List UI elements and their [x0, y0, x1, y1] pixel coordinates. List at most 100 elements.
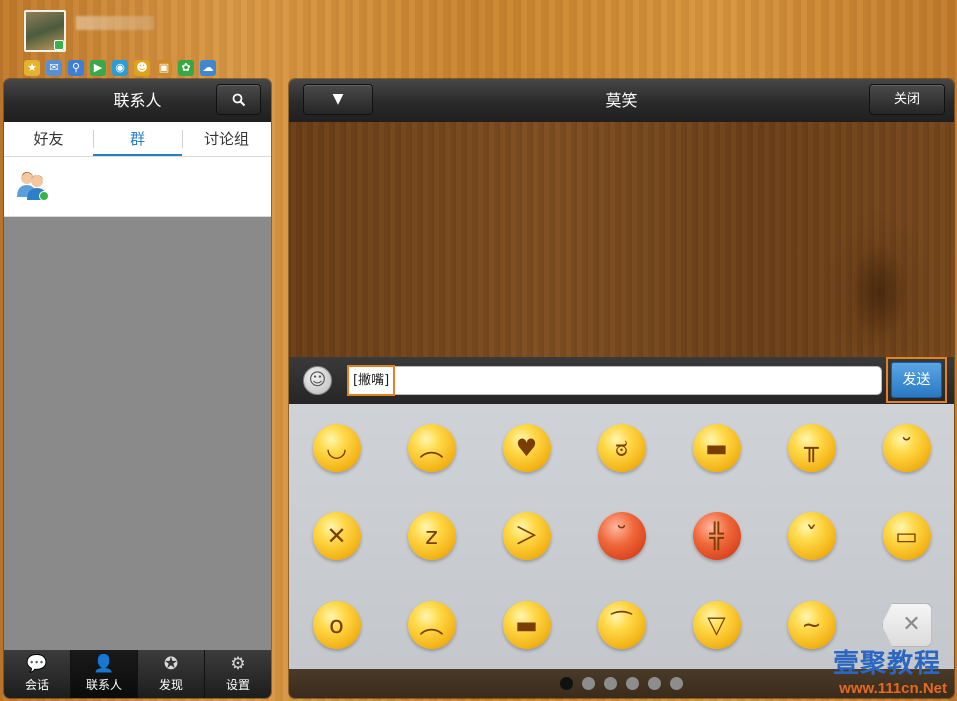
- emoji-cell: z: [384, 492, 479, 580]
- send-button-highlight: 发送: [886, 357, 947, 403]
- browser-icon[interactable]: ◉: [112, 60, 128, 76]
- emoji-cell: ▬: [669, 404, 764, 492]
- username: [76, 16, 154, 30]
- sunglasses-emoji[interactable]: ▬: [502, 600, 551, 649]
- emoji-cell: ♥: [479, 404, 574, 492]
- discover-star-icon: ✪: [163, 654, 179, 674]
- nav-label: 联系人: [85, 678, 122, 692]
- contact-person-icon: 👤: [93, 654, 115, 674]
- sleep-emoji[interactable]: z: [407, 512, 456, 561]
- emoji-cell: ▬: [479, 581, 574, 669]
- chat-bubble-icon: 💬: [26, 654, 48, 674]
- input-bar: ☺ [撇嘴] 发送: [289, 357, 954, 404]
- chat-header: ▼ 莫笑 关闭: [289, 79, 954, 122]
- emoji-cell: o: [289, 581, 384, 669]
- emoji-cell: ＞: [479, 492, 574, 580]
- sweat-emoji[interactable]: ⁀: [597, 600, 646, 649]
- page-dot[interactable]: [670, 677, 683, 690]
- emoji-pager: [289, 669, 954, 698]
- dropdown-button[interactable]: ▼: [303, 84, 373, 115]
- emoji-cell: ˘: [859, 404, 954, 492]
- group-avatar-icon: [14, 167, 50, 203]
- emoji-cell: ˘: [574, 492, 669, 580]
- user-header: ★ ✉ ⚲ ▶ ◉ ☻ ▣ ✿ ☁: [24, 10, 324, 80]
- tab-discussion-groups[interactable]: 讨论组: [182, 122, 271, 156]
- vomit-emoji[interactable]: ~: [787, 600, 836, 649]
- chat-message-area: [289, 122, 954, 357]
- sad-emoji[interactable]: ︵: [407, 600, 456, 649]
- contacts-title: 联系人: [113, 91, 162, 110]
- mail-icon[interactable]: ✉: [46, 60, 62, 76]
- emoji-cell: ~: [764, 581, 859, 669]
- sob-emoji[interactable]: ＞: [502, 512, 551, 561]
- emoji-cell: ︵: [384, 404, 479, 492]
- app-icon-bar: ★ ✉ ⚲ ▶ ◉ ☻ ▣ ✿ ☁: [24, 60, 216, 76]
- page-dot[interactable]: [604, 677, 617, 690]
- embarrassed-emoji[interactable]: ˘: [597, 512, 646, 561]
- group-list-item[interactable]: [4, 157, 271, 217]
- delete-key[interactable]: ✕: [881, 602, 932, 647]
- video-icon[interactable]: ▶: [90, 60, 106, 76]
- page-dot[interactable]: [582, 677, 595, 690]
- settings-gear-icon: ⚙: [230, 654, 246, 674]
- page-dot[interactable]: [560, 677, 573, 690]
- nav-item-3[interactable]: ⚙ 设置: [205, 650, 271, 698]
- contact-tabs: 好友 群 讨论组: [4, 122, 271, 157]
- chat-title: 莫笑: [605, 91, 638, 110]
- heart-eyes-emoji[interactable]: ♥: [502, 424, 551, 473]
- page-dot[interactable]: [648, 677, 661, 690]
- pout-emoji[interactable]: ︵: [407, 424, 456, 473]
- stare-emoji[interactable]: ಠ: [597, 424, 646, 473]
- online-status-icon: [54, 40, 64, 50]
- tab-groups[interactable]: 群: [93, 122, 182, 156]
- nav-item-0[interactable]: 💬 会话: [4, 650, 71, 698]
- wallet-icon[interactable]: ▣: [156, 60, 172, 76]
- tab-friends[interactable]: 好友: [4, 122, 93, 156]
- emoji-cell: ╬: [669, 492, 764, 580]
- emoji-cell: ˇ: [764, 492, 859, 580]
- close-button[interactable]: 关闭: [869, 84, 945, 115]
- search-button[interactable]: [216, 84, 261, 115]
- emoji-cell: ◡: [289, 404, 384, 492]
- send-button[interactable]: 发送: [891, 362, 942, 398]
- emoji-panel: ◡ ︵ ♥ ಠ ▬ ╥ ˘ ✕ z ＞ ˘ ╬ ˇ ▭ o ︵ ▬ ⁀ ▽ ~ ✕: [289, 404, 954, 669]
- message-input[interactable]: [撇嘴]: [347, 365, 882, 396]
- smiley-icon: ☺: [308, 370, 327, 390]
- nav-item-2[interactable]: ✪ 发现: [138, 650, 205, 698]
- shut-up-emoji[interactable]: ✕: [312, 512, 361, 561]
- cloud-icon[interactable]: ☁: [200, 60, 216, 76]
- chat-panel: ▼ 莫笑 关闭 ☺ [撇嘴] 发送 ◡ ︵ ♥ ಠ ▬ ╥ ˘ ✕ z ＞ ˘ ╬ ˇ ▭ o ︵ ▬ ⁀ ▽ ~ ✕: [289, 79, 954, 698]
- surprised-emoji[interactable]: o: [312, 600, 361, 649]
- contacts-header: 联系人: [4, 79, 271, 122]
- pet-icon[interactable]: ☻: [134, 60, 150, 76]
- smile-emoji[interactable]: ◡: [312, 424, 361, 473]
- cool-sunglasses-emoji[interactable]: ▬: [692, 424, 741, 473]
- emoji-cell: ಠ: [574, 404, 669, 492]
- laugh-emoji[interactable]: ▽: [692, 600, 741, 649]
- emoji-cell: ▭: [859, 492, 954, 580]
- clover-icon[interactable]: ✿: [178, 60, 194, 76]
- bottom-nav: 💬 会话 👤 联系人 ✪ 发现 ⚙ 设置: [4, 650, 271, 698]
- emoji-token: [撇嘴]: [347, 365, 396, 396]
- nav-label: 会话: [24, 678, 49, 692]
- nav-item-1[interactable]: 👤 联系人: [71, 650, 138, 698]
- user-avatar[interactable]: [24, 10, 66, 52]
- emoji-cell: ✕: [859, 581, 954, 669]
- emoji-cell: ╥: [764, 404, 859, 492]
- nav-label: 设置: [225, 678, 250, 692]
- emoji-cell: ✕: [289, 492, 384, 580]
- angry-emoji[interactable]: ╬: [692, 512, 741, 561]
- search-app-icon[interactable]: ⚲: [68, 60, 84, 76]
- crying-emoji[interactable]: ╥: [787, 424, 836, 473]
- page-dot[interactable]: [626, 677, 639, 690]
- emoji-cell: ▽: [669, 581, 764, 669]
- emoji-cell: ⁀: [574, 581, 669, 669]
- shy-emoji[interactable]: ˘: [882, 424, 931, 473]
- star-icon[interactable]: ★: [24, 60, 40, 76]
- contacts-panel: 联系人 好友 群 讨论组 💬 会话 👤 联系人 ✪ 发现 ⚙ 设置: [4, 79, 271, 698]
- emoji-toggle-button[interactable]: ☺: [303, 366, 332, 395]
- search-icon: [232, 92, 246, 107]
- tongue-wink-emoji[interactable]: ˇ: [787, 512, 836, 561]
- list-empty-area: [4, 217, 271, 650]
- grin-emoji[interactable]: ▭: [882, 512, 931, 561]
